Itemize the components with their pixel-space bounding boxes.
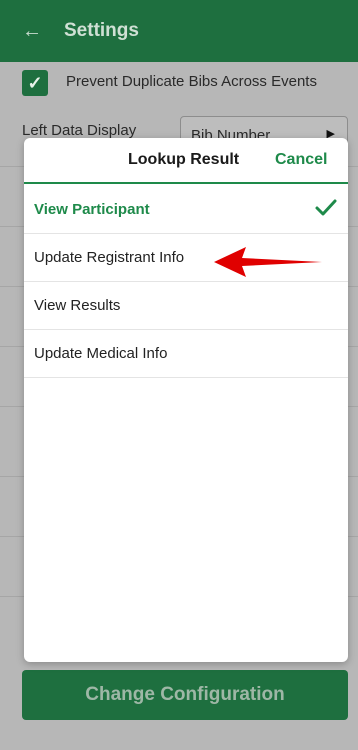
left-data-display-label: Left Data Display: [22, 122, 137, 139]
option-label: View Results: [34, 297, 121, 314]
checkmark-icon: [315, 199, 337, 216]
app-header: ← Settings: [0, 0, 358, 62]
page-title: Settings: [64, 20, 139, 41]
option-view-results[interactable]: View Results: [24, 282, 348, 330]
prevent-duplicates-row[interactable]: ✓ Prevent Duplicate Bibs Across Events: [0, 62, 358, 102]
option-label: Update Medical Info: [34, 345, 168, 362]
arrow-left-icon[interactable]: ←: [0, 20, 64, 43]
dialog-title: Lookup Result: [128, 151, 240, 168]
option-label: Update Registrant Info: [34, 249, 185, 266]
option-label: View Participant: [34, 201, 150, 218]
prevent-duplicates-checkbox[interactable]: ✓: [22, 70, 48, 96]
option-view-participant[interactable]: View Participant: [24, 186, 348, 234]
option-update-medical-info[interactable]: Update Medical Info: [24, 330, 348, 378]
prevent-duplicates-label: Prevent Duplicate Bibs Across Events: [66, 73, 317, 90]
lookup-result-dialog: Lookup Result Cancel View Participant Up…: [24, 138, 348, 662]
change-configuration-button[interactable]: Change Configuration: [22, 670, 348, 720]
red-arrow-annotation: [214, 247, 322, 277]
dialog-header: Lookup Result Cancel: [24, 138, 348, 184]
cancel-button[interactable]: Cancel: [275, 151, 327, 169]
